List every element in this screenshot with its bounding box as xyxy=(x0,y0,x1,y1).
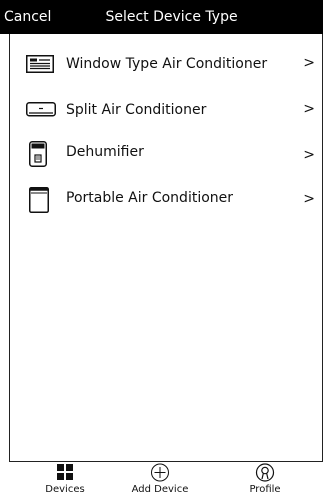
split-ac-icon xyxy=(26,102,56,122)
grid-icon xyxy=(57,464,73,484)
device-item-label: Portable Air Conditioner xyxy=(66,190,234,206)
chevron-right-icon: > xyxy=(303,101,315,117)
add-circle-icon xyxy=(151,463,170,486)
bottom-tab-bar: Devices Add Device Profile xyxy=(0,462,323,494)
device-item-dehumidifier[interactable]: Dehumifier > xyxy=(10,134,322,180)
chevron-right-icon: > xyxy=(303,191,315,207)
tab-add-device[interactable]: Add Device xyxy=(130,462,190,494)
profile-icon xyxy=(255,463,275,486)
device-item-window-ac[interactable]: Window Type Air Conditioner > xyxy=(10,42,322,88)
header-bar: Cancel Select Device Type xyxy=(0,0,323,34)
portable-ac-icon xyxy=(29,187,49,217)
select-device-type-screen: Cancel Select Device Type Window Type Ai… xyxy=(0,0,323,494)
tab-label: Add Device xyxy=(131,484,189,494)
chevron-right-icon: > xyxy=(303,147,315,163)
device-list-panel: Window Type Air Conditioner > Split Air … xyxy=(9,34,323,462)
tab-label: Profile xyxy=(249,484,281,494)
tab-label: Devices xyxy=(45,484,85,494)
device-item-label: Window Type Air Conditioner xyxy=(66,56,268,72)
window-ac-icon xyxy=(26,55,54,77)
device-item-label: Dehumifier xyxy=(66,144,144,160)
tab-devices[interactable]: Devices xyxy=(40,462,90,494)
tab-profile[interactable]: Profile xyxy=(240,462,290,494)
device-item-split-ac[interactable]: Split Air Conditioner > xyxy=(10,88,322,134)
device-item-label: Split Air Conditioner xyxy=(66,102,207,118)
dehumidifier-icon xyxy=(29,141,47,171)
page-title: Select Device Type xyxy=(105,9,238,25)
chevron-right-icon: > xyxy=(303,55,315,71)
device-item-portable-ac[interactable]: Portable Air Conditioner > xyxy=(10,180,322,226)
